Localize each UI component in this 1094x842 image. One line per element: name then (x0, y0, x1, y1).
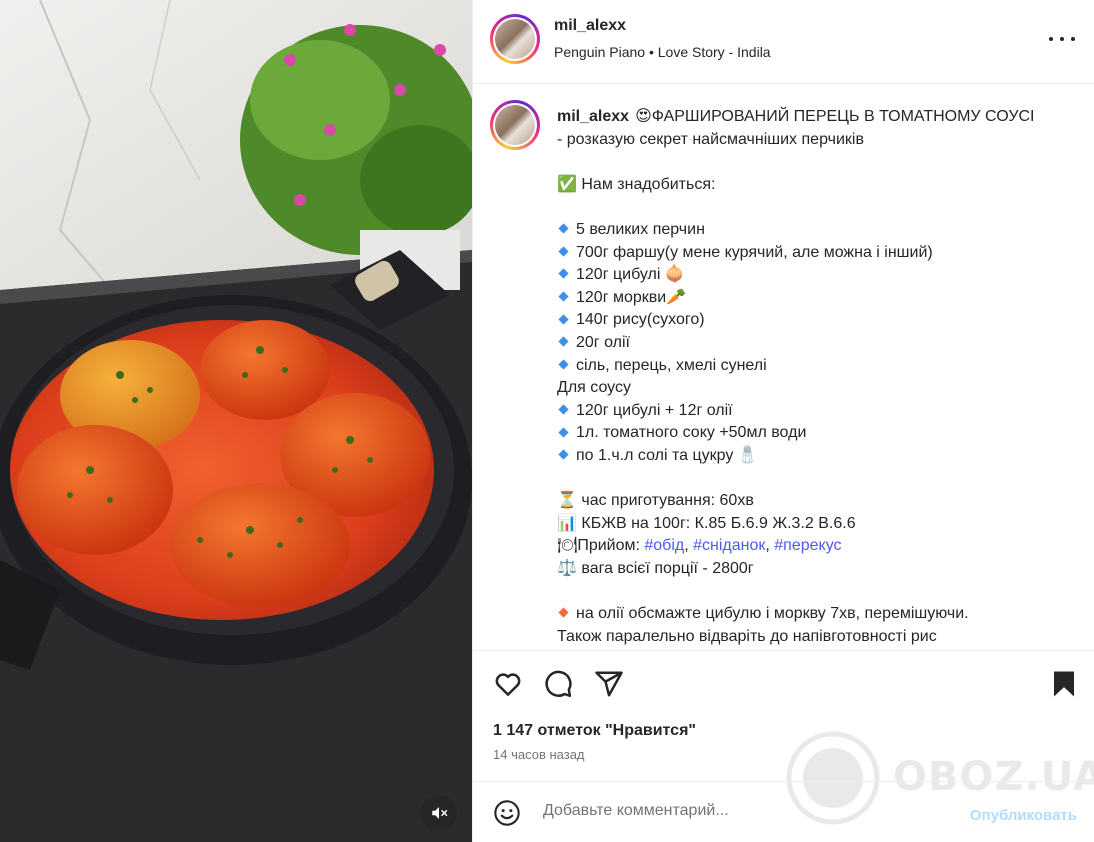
caption-avatar[interactable] (490, 100, 540, 150)
ingredients-heading: Нам знадобиться: (581, 175, 716, 193)
sauce-item: 1л. томатного соку +50мл води (576, 424, 807, 442)
sauce-heading: Для соусу (557, 379, 631, 397)
dot-icon (1071, 37, 1075, 41)
cook-time: ⏳ час приготування: 60хв (557, 492, 754, 510)
diamond-bullet-icon (558, 246, 569, 257)
kbju: 📊 КБЖВ на 100г: К.85 Б.6.9 Ж.3.2 В.6.6 (557, 514, 856, 532)
comment-icon[interactable] (543, 669, 573, 699)
ingredient-item: 5 великих перчин (576, 220, 705, 238)
header-username[interactable]: mil_alexx (554, 17, 626, 35)
volume-muted-icon (432, 807, 448, 819)
heart-icon[interactable] (493, 669, 523, 699)
diamond-bullet-icon (558, 404, 569, 415)
caption-username[interactable]: mil_alexx (557, 108, 629, 125)
diamond-bullet-icon (558, 359, 569, 370)
ingredient-item: 20г олії (576, 333, 630, 351)
food-video-frame (0, 0, 472, 842)
audio-track[interactable]: Penguin Piano • Love Story - Indila (554, 44, 771, 60)
ingredient-item: 140г рису(сухого) (576, 311, 705, 329)
ingredient-item: 700г фаршу(у мене курячий, але можна і і… (576, 243, 933, 261)
post-header: mil_alexx Penguin Piano • Love Story - I… (473, 0, 1094, 84)
ingredient-item: 120г цибулі 🧅 (576, 266, 685, 284)
caption-scroll-area[interactable]: mil_alexx 😍ФАРШИРОВАНИЙ ПЕРЕЦЬ В ТОМАТНОМ… (473, 84, 1094, 650)
mute-button[interactable] (421, 795, 457, 831)
weight: ⚖️ вага всієї порції - 2800г (557, 559, 754, 577)
comment-row: Опубликовать (473, 781, 1094, 842)
diamond-bullet-icon (558, 223, 569, 234)
ingredient-item: 120г моркви🥕 (576, 288, 687, 306)
step-2: Також паралельно відваріть до напівготов… (557, 627, 937, 645)
likes-count[interactable]: 1 147 отметок "Нравится" (493, 722, 696, 740)
avatar[interactable] (490, 14, 540, 64)
diamond-bullet-icon (558, 291, 569, 302)
publish-button[interactable]: Опубликовать (970, 807, 1077, 824)
meal-prefix: 🍽Прийом: (557, 537, 645, 555)
diamond-bullet-icon (558, 336, 569, 347)
post-time[interactable]: 14 часов назад (493, 747, 585, 762)
step-1: на олії обсмажте цибулю і моркву 7хв, пе… (576, 605, 969, 623)
share-icon[interactable] (594, 669, 624, 699)
caption-title: ФАРШИРОВАНИЙ ПЕРЕЦЬ В ТОМАТНОМУ СОУСІ (651, 108, 1035, 125)
check-emoji: ✅ (557, 175, 577, 193)
hashtag-link[interactable]: #перекус (774, 537, 841, 554)
sauce-item: по 1.ч.л солі та цукру 🧂 (576, 446, 758, 464)
post-panel: mil_alexx Penguin Piano • Love Story - I… (472, 0, 1094, 842)
diamond-bullet-icon (558, 268, 569, 280)
heart-eyes-emoji: 😍 (635, 108, 652, 125)
hashtag-link[interactable]: #обід (644, 537, 684, 554)
comment-input[interactable] (543, 802, 943, 820)
ingredient-item: сіль, перець, хмелі сунелі (576, 356, 767, 374)
more-options-button[interactable] (1049, 28, 1075, 50)
dot-icon (1060, 37, 1064, 41)
diamond-bullet-icon (558, 314, 569, 325)
diamond-bullet-icon (558, 426, 569, 438)
bookmark-icon[interactable] (1049, 669, 1079, 699)
caption-text: mil_alexx 😍ФАРШИРОВАНИЙ ПЕРЕЦЬ В ТОМАТНОМ… (557, 106, 1077, 648)
caption-subtitle: - розказую секрет найсмачніших перчиків (557, 130, 864, 148)
sauce-item: 120г цибулі + 12г олії (576, 401, 733, 419)
emoji-icon[interactable] (493, 799, 521, 827)
dot-icon (1049, 37, 1053, 41)
hashtag-link[interactable]: #сніданок (693, 537, 765, 554)
orange-diamond-icon (558, 607, 569, 618)
diamond-bullet-icon (558, 449, 569, 460)
post-media[interactable] (0, 0, 472, 842)
